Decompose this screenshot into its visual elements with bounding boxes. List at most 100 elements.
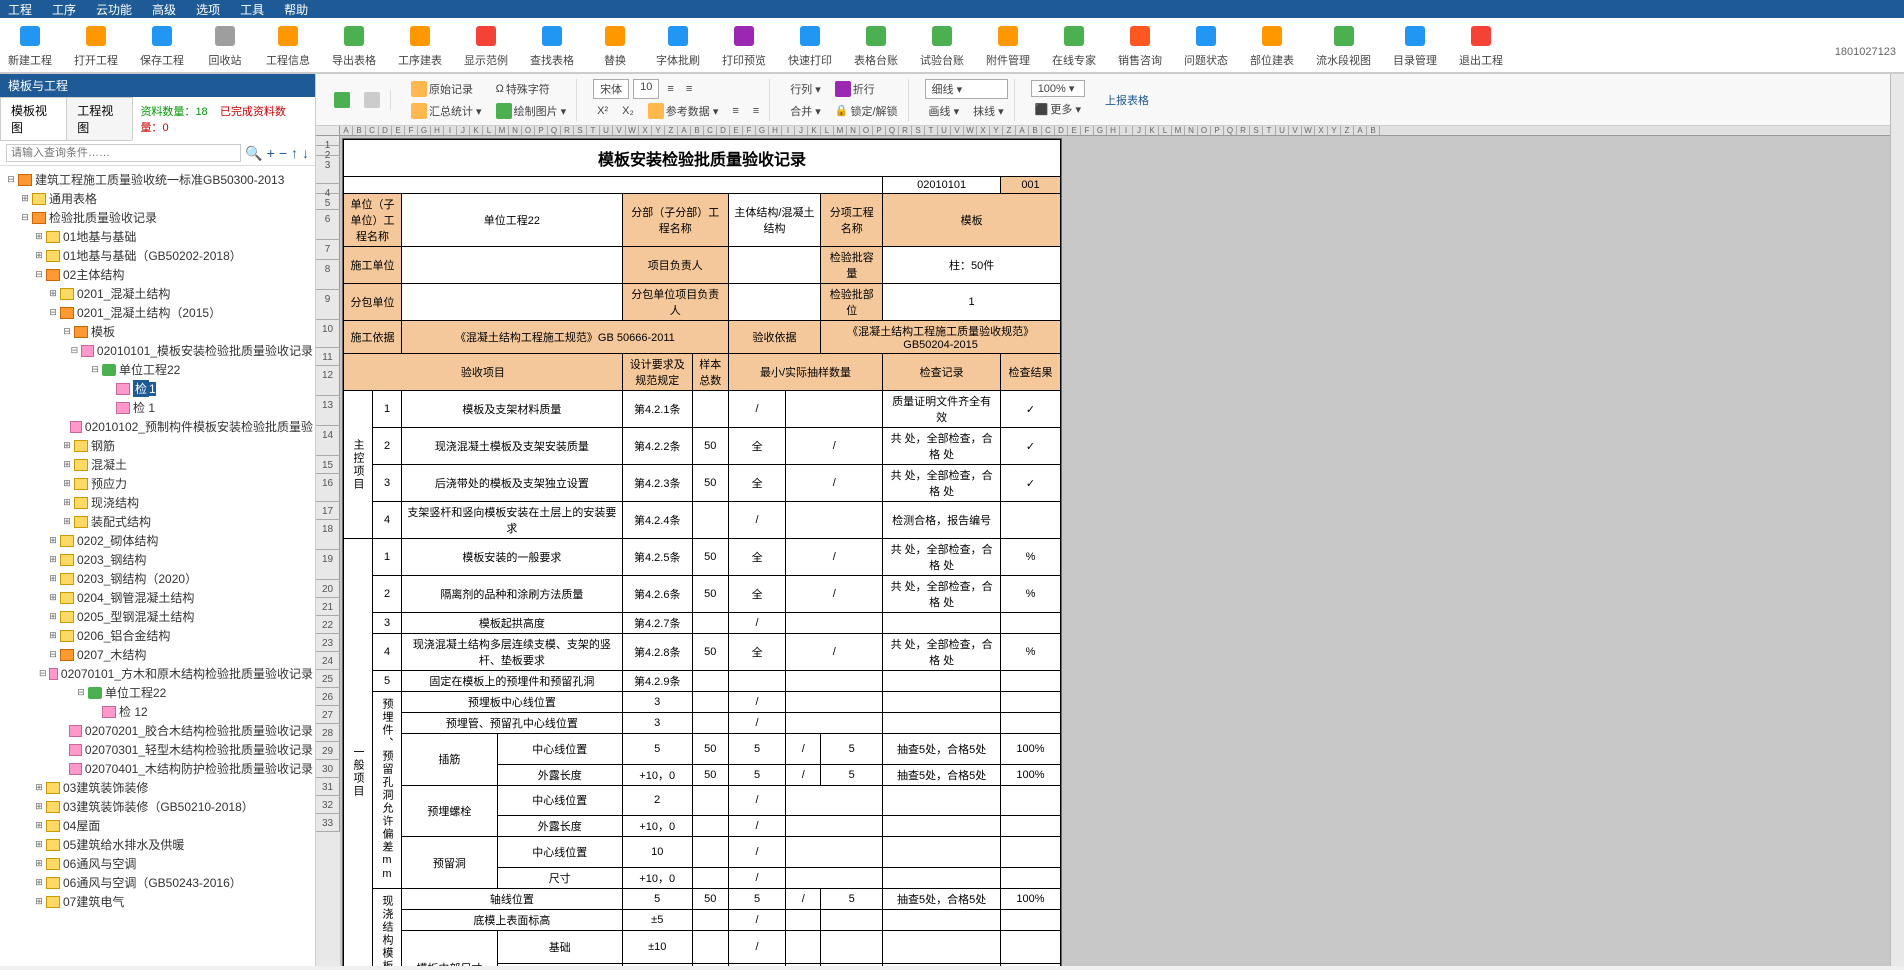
- tree-item[interactable]: ⊞0205_型钢混凝土结构: [0, 607, 315, 626]
- tree-item[interactable]: ⊟02070101_方木和原木结构检验批质量验收记录: [0, 664, 315, 683]
- tree-item[interactable]: ⊞07建筑电气: [0, 892, 315, 911]
- toolbar-在线专家[interactable]: 在线专家: [1052, 22, 1096, 68]
- menu-选项[interactable]: 选项: [196, 1, 220, 18]
- tree-item[interactable]: ⊞06通风与空调: [0, 854, 315, 873]
- toolbar-目录管理[interactable]: 目录管理: [1393, 22, 1437, 68]
- lock-button[interactable]: 🔒 锁定/解锁: [831, 101, 902, 121]
- border-select[interactable]: 细线 ▾: [925, 79, 1008, 99]
- tree-item[interactable]: ⊞混凝土: [0, 455, 315, 474]
- copy-icon[interactable]: [360, 90, 384, 110]
- menu-云功能[interactable]: 云功能: [96, 1, 132, 18]
- tree-item[interactable]: ⊞0204_钢管混凝土结构: [0, 588, 315, 607]
- tree-item[interactable]: ⊟模板: [0, 322, 315, 341]
- tree-item[interactable]: ⊞钢筋: [0, 436, 315, 455]
- tree-item[interactable]: ⊟单位工程22: [0, 683, 315, 702]
- toolbar-显示范例[interactable]: 显示范例: [464, 22, 508, 68]
- toolbar-部位建表[interactable]: 部位建表: [1250, 22, 1294, 68]
- search-icon[interactable]: 🔍: [245, 145, 262, 162]
- tree-item[interactable]: ⊞0203_钢结构（2020）: [0, 569, 315, 588]
- valign2-icon[interactable]: ≡: [749, 101, 763, 121]
- menu-工具[interactable]: 工具: [240, 1, 264, 18]
- tree-item[interactable]: ⊟0201_混凝土结构（2015）: [0, 303, 315, 322]
- new-sheet-icon[interactable]: [330, 90, 354, 110]
- document-form[interactable]: 模板安装检验批质量验收记录02010101001单位（子单位）工程名称单位工程2…: [342, 138, 1062, 966]
- search-input[interactable]: [6, 144, 241, 162]
- tree-item[interactable]: 02070401_木结构防护检验批质量验收记录: [0, 759, 315, 778]
- toolbar-保存工程[interactable]: 保存工程: [140, 22, 184, 68]
- tree-item[interactable]: 检 1: [0, 379, 315, 398]
- toolbar-问题状态[interactable]: 问题状态: [1184, 22, 1228, 68]
- subscript-button[interactable]: X₂: [618, 101, 638, 121]
- toolbar-新建工程[interactable]: 新建工程: [8, 22, 52, 68]
- rowcol-button[interactable]: 行列 ▾: [786, 79, 825, 99]
- tab-template-view[interactable]: 模板视图: [0, 97, 67, 140]
- tree-item[interactable]: ⊟检验批质量验收记录: [0, 208, 315, 227]
- align-center-icon[interactable]: ≡: [682, 79, 696, 99]
- tree-view[interactable]: ⊟建筑工程施工质量验收统一标准GB50300-2013⊞通用表格⊟检验批质量验收…: [0, 166, 315, 966]
- tree-item[interactable]: 02070201_胶合木结构检验批质量验收记录: [0, 721, 315, 740]
- tree-item[interactable]: ⊞现浇结构: [0, 493, 315, 512]
- tree-item[interactable]: ⊞06通风与空调（GB50243-2016）: [0, 873, 315, 892]
- tree-item[interactable]: ⊞03建筑装饰装修: [0, 778, 315, 797]
- tree-item[interactable]: ⊞0203_钢结构: [0, 550, 315, 569]
- toolbar-流水段视图[interactable]: 流水段视图: [1316, 22, 1371, 68]
- spreadsheet-grid[interactable]: ABCDEFGHIJKLMNOPQRSTUVWXYZABCDEFGHIJKLMN…: [316, 126, 1890, 966]
- zoom-select[interactable]: 100% ▾: [1031, 80, 1085, 97]
- valign-icon[interactable]: ≡: [728, 101, 742, 121]
- tree-item[interactable]: ⊞03建筑装饰装修（GB50210-2018）: [0, 797, 315, 816]
- tree-item[interactable]: ⊟02主体结构: [0, 265, 315, 284]
- toolbar-打开工程[interactable]: 打开工程: [74, 22, 118, 68]
- wrap-button[interactable]: 折行: [831, 79, 902, 99]
- tree-item[interactable]: ⊟0207_木结构: [0, 645, 315, 664]
- tree-item[interactable]: 检 1: [0, 398, 315, 417]
- toolbar-工序建表[interactable]: 工序建表: [398, 22, 442, 68]
- remove-icon[interactable]: −: [279, 145, 287, 161]
- menu-高级[interactable]: 高级: [152, 1, 176, 18]
- tree-item[interactable]: ⊞04屋面: [0, 816, 315, 835]
- special-char-button[interactable]: Ω 特殊字符: [492, 79, 571, 99]
- menu-工序[interactable]: 工序: [52, 1, 76, 18]
- tab-project-view[interactable]: 工程视图: [66, 97, 133, 140]
- raw-record-button[interactable]: 原始记录: [407, 79, 486, 99]
- tree-item[interactable]: ⊟单位工程22: [0, 360, 315, 379]
- tree-item[interactable]: ⊞01地基与基础: [0, 227, 315, 246]
- menu-帮助[interactable]: 帮助: [284, 1, 308, 18]
- up-icon[interactable]: ↑: [291, 145, 298, 161]
- tree-item[interactable]: ⊞0206_铝合金结构: [0, 626, 315, 645]
- superscript-button[interactable]: X²: [593, 101, 612, 121]
- toolbar-试验台账[interactable]: 试验台账: [920, 22, 964, 68]
- summary-button[interactable]: 汇总统计 ▾: [407, 101, 486, 121]
- draw-image-button[interactable]: 绘制图片 ▾: [492, 101, 571, 121]
- font-select[interactable]: 宋体: [593, 79, 629, 99]
- toolbar-销售咨询[interactable]: 销售咨询: [1118, 22, 1162, 68]
- toolbar-导出表格[interactable]: 导出表格: [332, 22, 376, 68]
- toolbar-打印预览[interactable]: 打印预览: [722, 22, 766, 68]
- tree-item[interactable]: ⊞装配式结构: [0, 512, 315, 531]
- add-icon[interactable]: +: [267, 145, 275, 161]
- toolbar-查找表格[interactable]: 查找表格: [530, 22, 574, 68]
- vertical-scrollbar[interactable]: [1890, 74, 1904, 966]
- tree-item[interactable]: ⊞0202_砌体结构: [0, 531, 315, 550]
- drawline-button[interactable]: 画线 ▾: [925, 101, 964, 121]
- tree-item[interactable]: ⊟02010101_模板安装检验批质量验收记录: [0, 341, 315, 360]
- tree-item[interactable]: ⊞0201_混凝土结构: [0, 284, 315, 303]
- tree-item[interactable]: ⊞预应力: [0, 474, 315, 493]
- tree-item[interactable]: 02010102_预制构件模板安装检验批质量验: [0, 417, 315, 436]
- size-select[interactable]: 10: [633, 79, 659, 99]
- menu-工程[interactable]: 工程: [8, 1, 32, 18]
- merge-button[interactable]: 合并 ▾: [786, 101, 825, 121]
- toolbar-工程信息[interactable]: 工程信息: [266, 22, 310, 68]
- toolbar-快速打印[interactable]: 快速打印: [788, 22, 832, 68]
- tree-item[interactable]: ⊞通用表格: [0, 189, 315, 208]
- tree-item[interactable]: ⊟建筑工程施工质量验收统一标准GB50300-2013: [0, 170, 315, 189]
- toolbar-替换[interactable]: 替换: [596, 22, 634, 68]
- tree-item[interactable]: ⊞05建筑给水排水及供暖: [0, 835, 315, 854]
- toolbar-表格台账[interactable]: 表格台账: [854, 22, 898, 68]
- toolbar-退出工程[interactable]: 退出工程: [1459, 22, 1503, 68]
- toolbar-回收站[interactable]: 回收站: [206, 22, 244, 68]
- align-left-icon[interactable]: ≡: [663, 79, 677, 99]
- tree-item[interactable]: 02070301_轻型木结构检验批质量验收记录: [0, 740, 315, 759]
- down-icon[interactable]: ↓: [302, 145, 309, 161]
- eraseline-button[interactable]: 抹线 ▾: [969, 101, 1008, 121]
- upload-button[interactable]: 上报表格: [1101, 90, 1153, 110]
